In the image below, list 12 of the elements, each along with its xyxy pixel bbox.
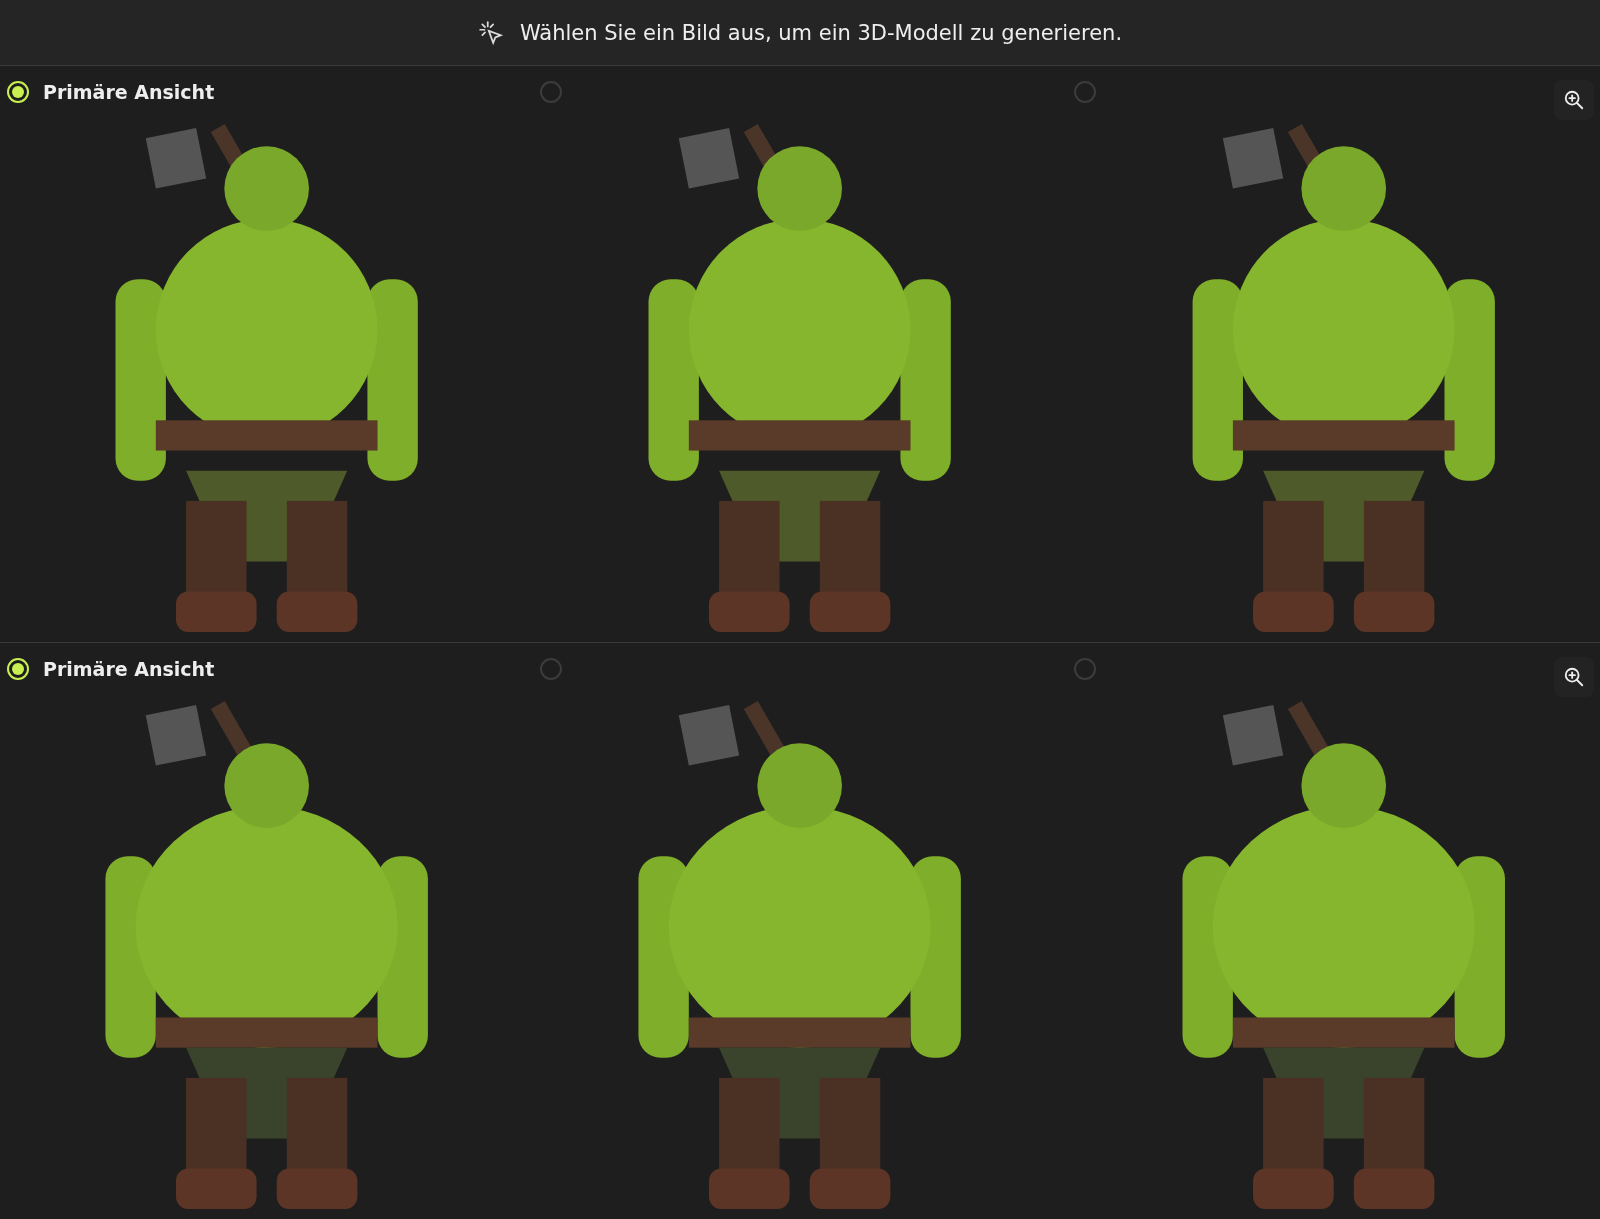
- view-label: Primäre Ansicht: [43, 658, 215, 680]
- radio-button[interactable]: [1073, 81, 1096, 103]
- zoom-in-button[interactable]: [1554, 80, 1594, 120]
- radio-button[interactable]: [540, 658, 563, 680]
- zoom-in-icon: [1563, 89, 1585, 111]
- radio-button[interactable]: [540, 81, 563, 103]
- sparkle-cursor-icon: [477, 19, 504, 46]
- zoom-in-icon: [1563, 666, 1585, 688]
- header-text: Wählen Sie ein Bild aus, um ein 3D-Modell zu generieren.: [519, 20, 1123, 45]
- zoom-in-button[interactable]: [1554, 657, 1594, 697]
- view-label: Primäre Ansicht: [43, 81, 215, 103]
- radio-button[interactable]: [1073, 658, 1096, 680]
